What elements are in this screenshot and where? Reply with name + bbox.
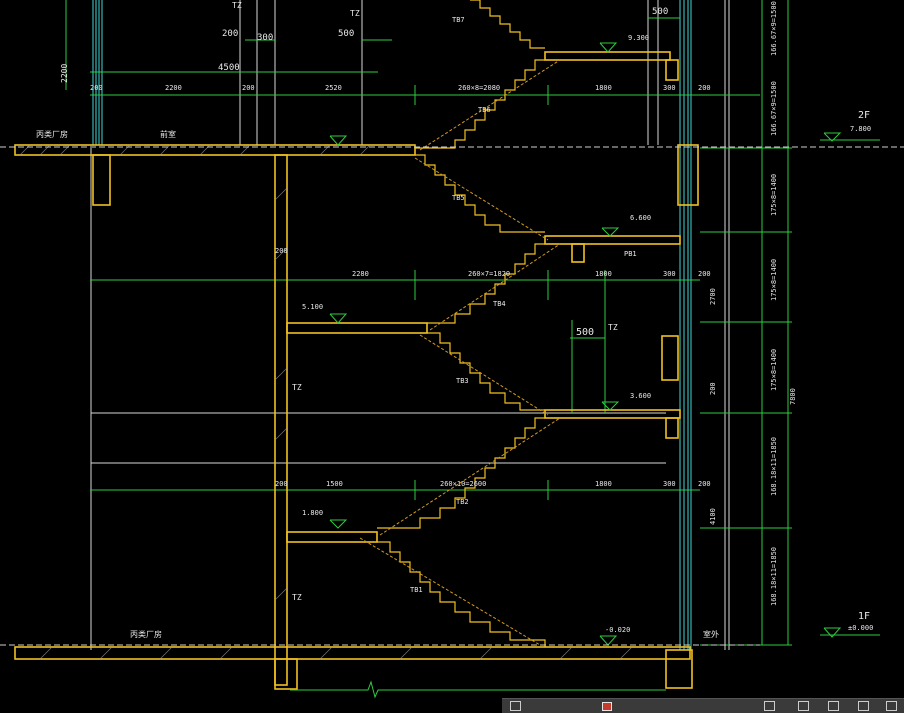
cad-canvas[interactable]: 200 300 500 4500 500 9.300 2200 200 2200… — [0, 0, 904, 713]
elev-4: 1.800 — [302, 509, 323, 517]
row-c-3: 1800 — [595, 480, 612, 488]
tag-tb2: TB2 — [456, 498, 469, 506]
tag-tb6: TB6 — [478, 106, 491, 114]
stair-section-drawing: 200 300 500 4500 500 9.300 2200 200 2200… — [0, 0, 904, 699]
tz-2: TZ — [292, 383, 302, 392]
row-b-4: 300 — [663, 270, 676, 278]
row-b-0: 200 — [275, 247, 288, 255]
dimension-lines — [65, 0, 880, 646]
elev-0: 7.800 — [850, 125, 871, 133]
row-c-2: 260×10=2600 — [440, 480, 486, 488]
dim-top-5: 9.300 — [628, 34, 649, 42]
floor-tag-1f: 1F — [858, 611, 870, 622]
rdim-2: 175×8=1400 — [770, 174, 778, 216]
row-b-5: 200 — [698, 270, 711, 278]
rdim-7: 2700 — [709, 288, 717, 305]
elev-2: 5.100 — [302, 303, 323, 311]
tz-0: TZ — [232, 1, 242, 10]
pen-icon[interactable] — [764, 701, 775, 711]
tz-4: TZ — [608, 323, 618, 332]
break-line — [290, 680, 666, 699]
row-a-5: 1800 — [595, 84, 612, 92]
tz-3: TZ — [292, 593, 302, 602]
dim-top-4: 500 — [652, 7, 668, 17]
row-a-4: 260×8=2080 — [458, 84, 500, 92]
window-icon[interactable] — [858, 701, 869, 711]
dim-500-mid: 500 — [576, 327, 594, 338]
elevation-markers — [329, 42, 842, 646]
slab-hatch — [19, 144, 633, 660]
dim-top-2: 500 — [338, 29, 354, 39]
room-label-0: 丙类厂房 — [36, 129, 68, 139]
elev-1: 6.600 — [630, 214, 651, 222]
dim-top-1: 300 — [257, 33, 273, 43]
tag-pb1: PB1 — [624, 250, 637, 258]
row-b-1: 2280 — [352, 270, 369, 278]
tz-1: TZ — [350, 9, 360, 18]
save-icon[interactable] — [886, 701, 897, 711]
elev-6: ±0.000 — [848, 624, 873, 632]
row-b-2: 260×7=1820 — [468, 270, 510, 278]
rdim-9: 4100 — [709, 508, 717, 525]
room-label-1: 前室 — [160, 129, 176, 139]
floor-slabs — [14, 51, 699, 690]
tag-tb3: TB3 — [456, 377, 469, 385]
row-b-3: 1800 — [595, 270, 612, 278]
row-c-5: 200 — [698, 480, 711, 488]
layer-icon[interactable] — [510, 701, 521, 711]
guide-lines — [90, 0, 730, 650]
room-label-3: 室外 — [703, 629, 719, 639]
tag-tb7: TB7 — [452, 16, 465, 24]
cad-status-bar[interactable] — [502, 698, 904, 713]
row-a-7: 200 — [698, 84, 711, 92]
right-curtain-wall — [679, 0, 692, 650]
dim-top-0: 200 — [222, 29, 238, 39]
rdim-0: 166.67×9=1500 — [770, 1, 778, 56]
rdim-1: 166.67×9=1500 — [770, 81, 778, 136]
color-swatch-icon[interactable] — [602, 702, 612, 711]
dim-top-3: 4500 — [218, 63, 240, 73]
copy-icon[interactable] — [828, 701, 839, 711]
row-a-2: 200 — [242, 84, 255, 92]
elev-5: -0.020 — [605, 626, 630, 634]
row-c-1: 1500 — [326, 480, 343, 488]
row-c-4: 300 — [663, 480, 676, 488]
row-a-0: 200 — [90, 84, 103, 92]
elev-3: 3.600 — [630, 392, 651, 400]
rdim-8: 7800 — [789, 388, 797, 405]
rdim-3: 175×8=1400 — [770, 259, 778, 301]
tag-tb4: TB4 — [493, 300, 506, 308]
arrow-up-icon[interactable] — [798, 701, 809, 711]
floor-tag-2f: 2F — [858, 110, 870, 121]
row-a-1: 2200 — [165, 84, 182, 92]
row-a-3: 2520 — [325, 84, 342, 92]
row-c-0: 200 — [275, 480, 288, 488]
rdim-5: 168.18×11=1850 — [770, 437, 778, 496]
tag-tb1: TB1 — [410, 586, 423, 594]
dim-top-6: 2200 — [60, 64, 69, 83]
rdim-10: 200 — [709, 382, 717, 395]
rdim-4: 175×8=1400 — [770, 349, 778, 391]
row-a-6: 300 — [663, 84, 676, 92]
rdim-6: 168.18×11=1850 — [770, 547, 778, 606]
tag-tb5: TB5 — [452, 194, 465, 202]
room-label-2: 丙类厂房 — [130, 629, 162, 639]
